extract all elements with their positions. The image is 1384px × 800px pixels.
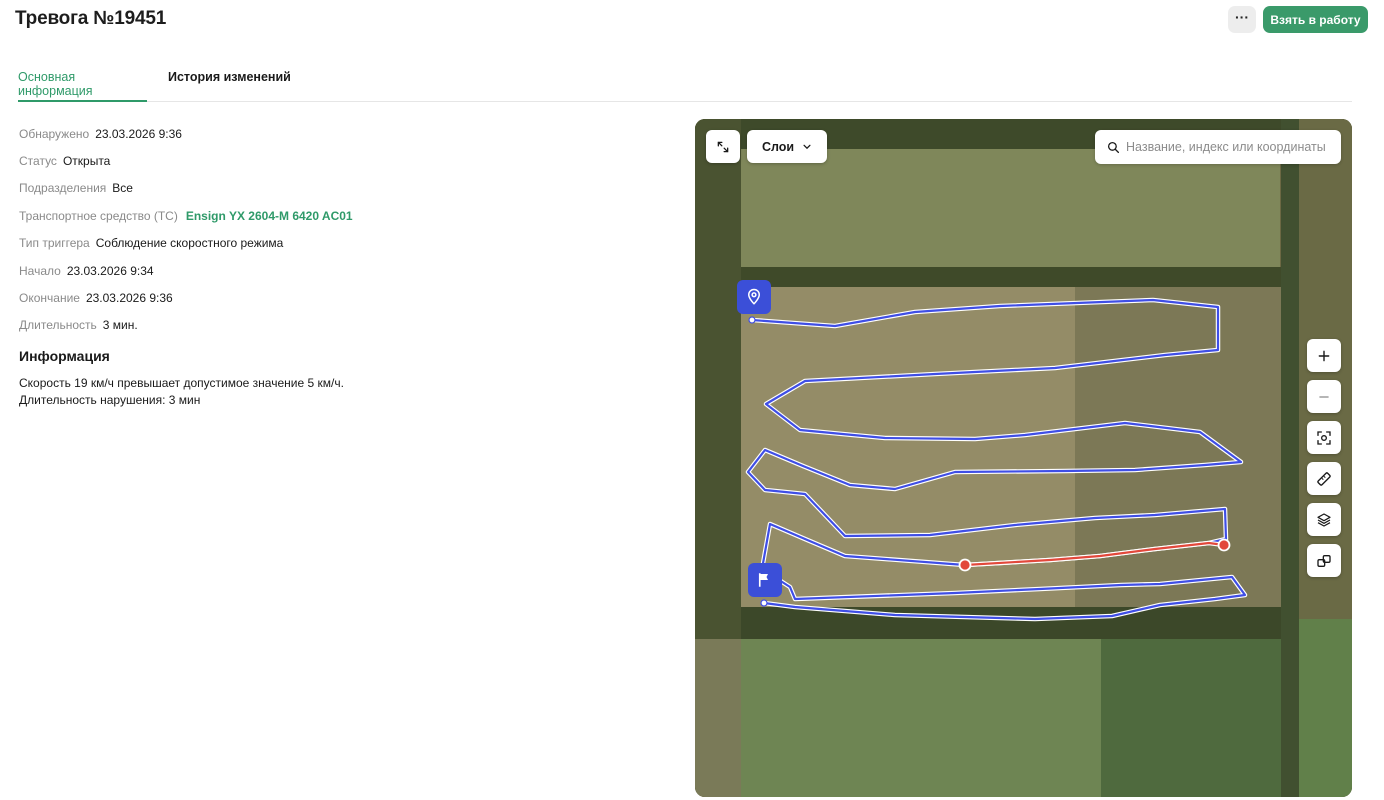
detail-detected: Обнаружено 23.03.2026 9:36 (19, 120, 353, 147)
ruler-icon (1317, 471, 1331, 486)
map-search-input[interactable] (1126, 140, 1336, 154)
route-start-dot (748, 316, 756, 324)
zoom-out-button[interactable] (1307, 380, 1341, 413)
expand-icon (717, 141, 729, 152)
detail-label: Начало (19, 263, 61, 278)
detail-label: Транспортное средство (ТС) (19, 208, 178, 223)
tab-main-info[interactable]: Основная информация (18, 70, 147, 102)
zoom-in-button[interactable] (1307, 339, 1341, 372)
map-layers-button[interactable] (1307, 503, 1341, 536)
detail-value: Открыта (62, 154, 111, 169)
layers-icon (1317, 512, 1331, 527)
detail-label: Подразделения (19, 181, 107, 196)
detail-label: Статус (19, 154, 57, 169)
fit-bounds-button[interactable] (1307, 421, 1341, 454)
zoom-in-icon (1318, 350, 1330, 361)
detail-value: Все (112, 181, 133, 196)
info-line: Скорость 19 км/ч превышает допустимое зн… (19, 376, 344, 390)
more-actions-button[interactable]: ··· (1228, 6, 1256, 33)
detail-label: Обнаружено (19, 126, 90, 141)
chevron-down-icon (803, 144, 811, 149)
vehicle-link[interactable]: Ensign YX 2604-M 6420 AC01 (186, 209, 353, 223)
detail-label: Окончание (19, 291, 80, 306)
search-icon (1107, 141, 1120, 153)
layers-label: Слои (761, 139, 795, 154)
detail-divisions: Подразделения Все (19, 175, 353, 202)
detail-label: Тип триггера (19, 236, 90, 251)
route-layer (745, 297, 1248, 622)
share-link-button[interactable] (1307, 544, 1341, 577)
flag-icon (758, 573, 768, 587)
detail-status: Статус Открыта (19, 147, 353, 174)
track-route (746, 298, 1247, 621)
detail-duration: Длительность 3 мин. (19, 312, 353, 339)
detail-value: 23.03.2026 9:34 (66, 263, 154, 278)
detail-value: 23.03.2026 9:36 (85, 291, 173, 306)
page-title: Тревога №19451 (15, 8, 167, 29)
details-list: Обнаружено 23.03.2026 9:36 Статус Открыт… (19, 120, 353, 339)
tab-bar: Основная информация История изменений (18, 62, 1352, 102)
measure-button[interactable] (1307, 462, 1341, 495)
track-route (745, 297, 1248, 622)
detail-label: Длительность (19, 318, 97, 333)
location-pin-icon (747, 288, 761, 305)
violation-segment (964, 541, 1225, 567)
take-to-work-button[interactable]: Взять в работу (1263, 6, 1368, 33)
detail-trigger-type: Тип триггера Соблюдение скоростного режи… (19, 230, 353, 257)
link-icon (1317, 554, 1331, 567)
violation-start-point[interactable] (958, 558, 972, 572)
detail-value: 3 мин. (102, 318, 138, 333)
focus-icon (1317, 430, 1331, 445)
fullscreen-button[interactable] (706, 130, 740, 163)
zoom-out-icon (1319, 395, 1329, 398)
info-line: Длительность нарушения: 3 мин (19, 392, 201, 407)
detail-start: Начало 23.03.2026 9:34 (19, 257, 353, 284)
layers-dropdown[interactable]: Слои (747, 130, 827, 163)
start-marker[interactable] (737, 280, 771, 314)
detail-vehicle: Транспортное средство (ТС) Ensign YX 260… (19, 202, 353, 229)
info-section-text: Скорость 19 км/ч превышает допустимое зн… (19, 375, 344, 408)
route-end-dot (760, 599, 768, 607)
finish-marker[interactable] (748, 563, 782, 597)
map-search[interactable] (1095, 130, 1341, 164)
detail-end: Окончание 23.03.2026 9:36 (19, 284, 353, 311)
info-section-title: Информация (19, 348, 110, 364)
detail-value: 23.03.2026 9:36 (95, 126, 182, 141)
detail-value: Соблюдение скоростного режима (95, 236, 284, 251)
violation-end-point[interactable] (1217, 538, 1231, 552)
tab-history[interactable]: История изменений (168, 70, 291, 102)
map-view[interactable]: Слои (695, 119, 1352, 797)
